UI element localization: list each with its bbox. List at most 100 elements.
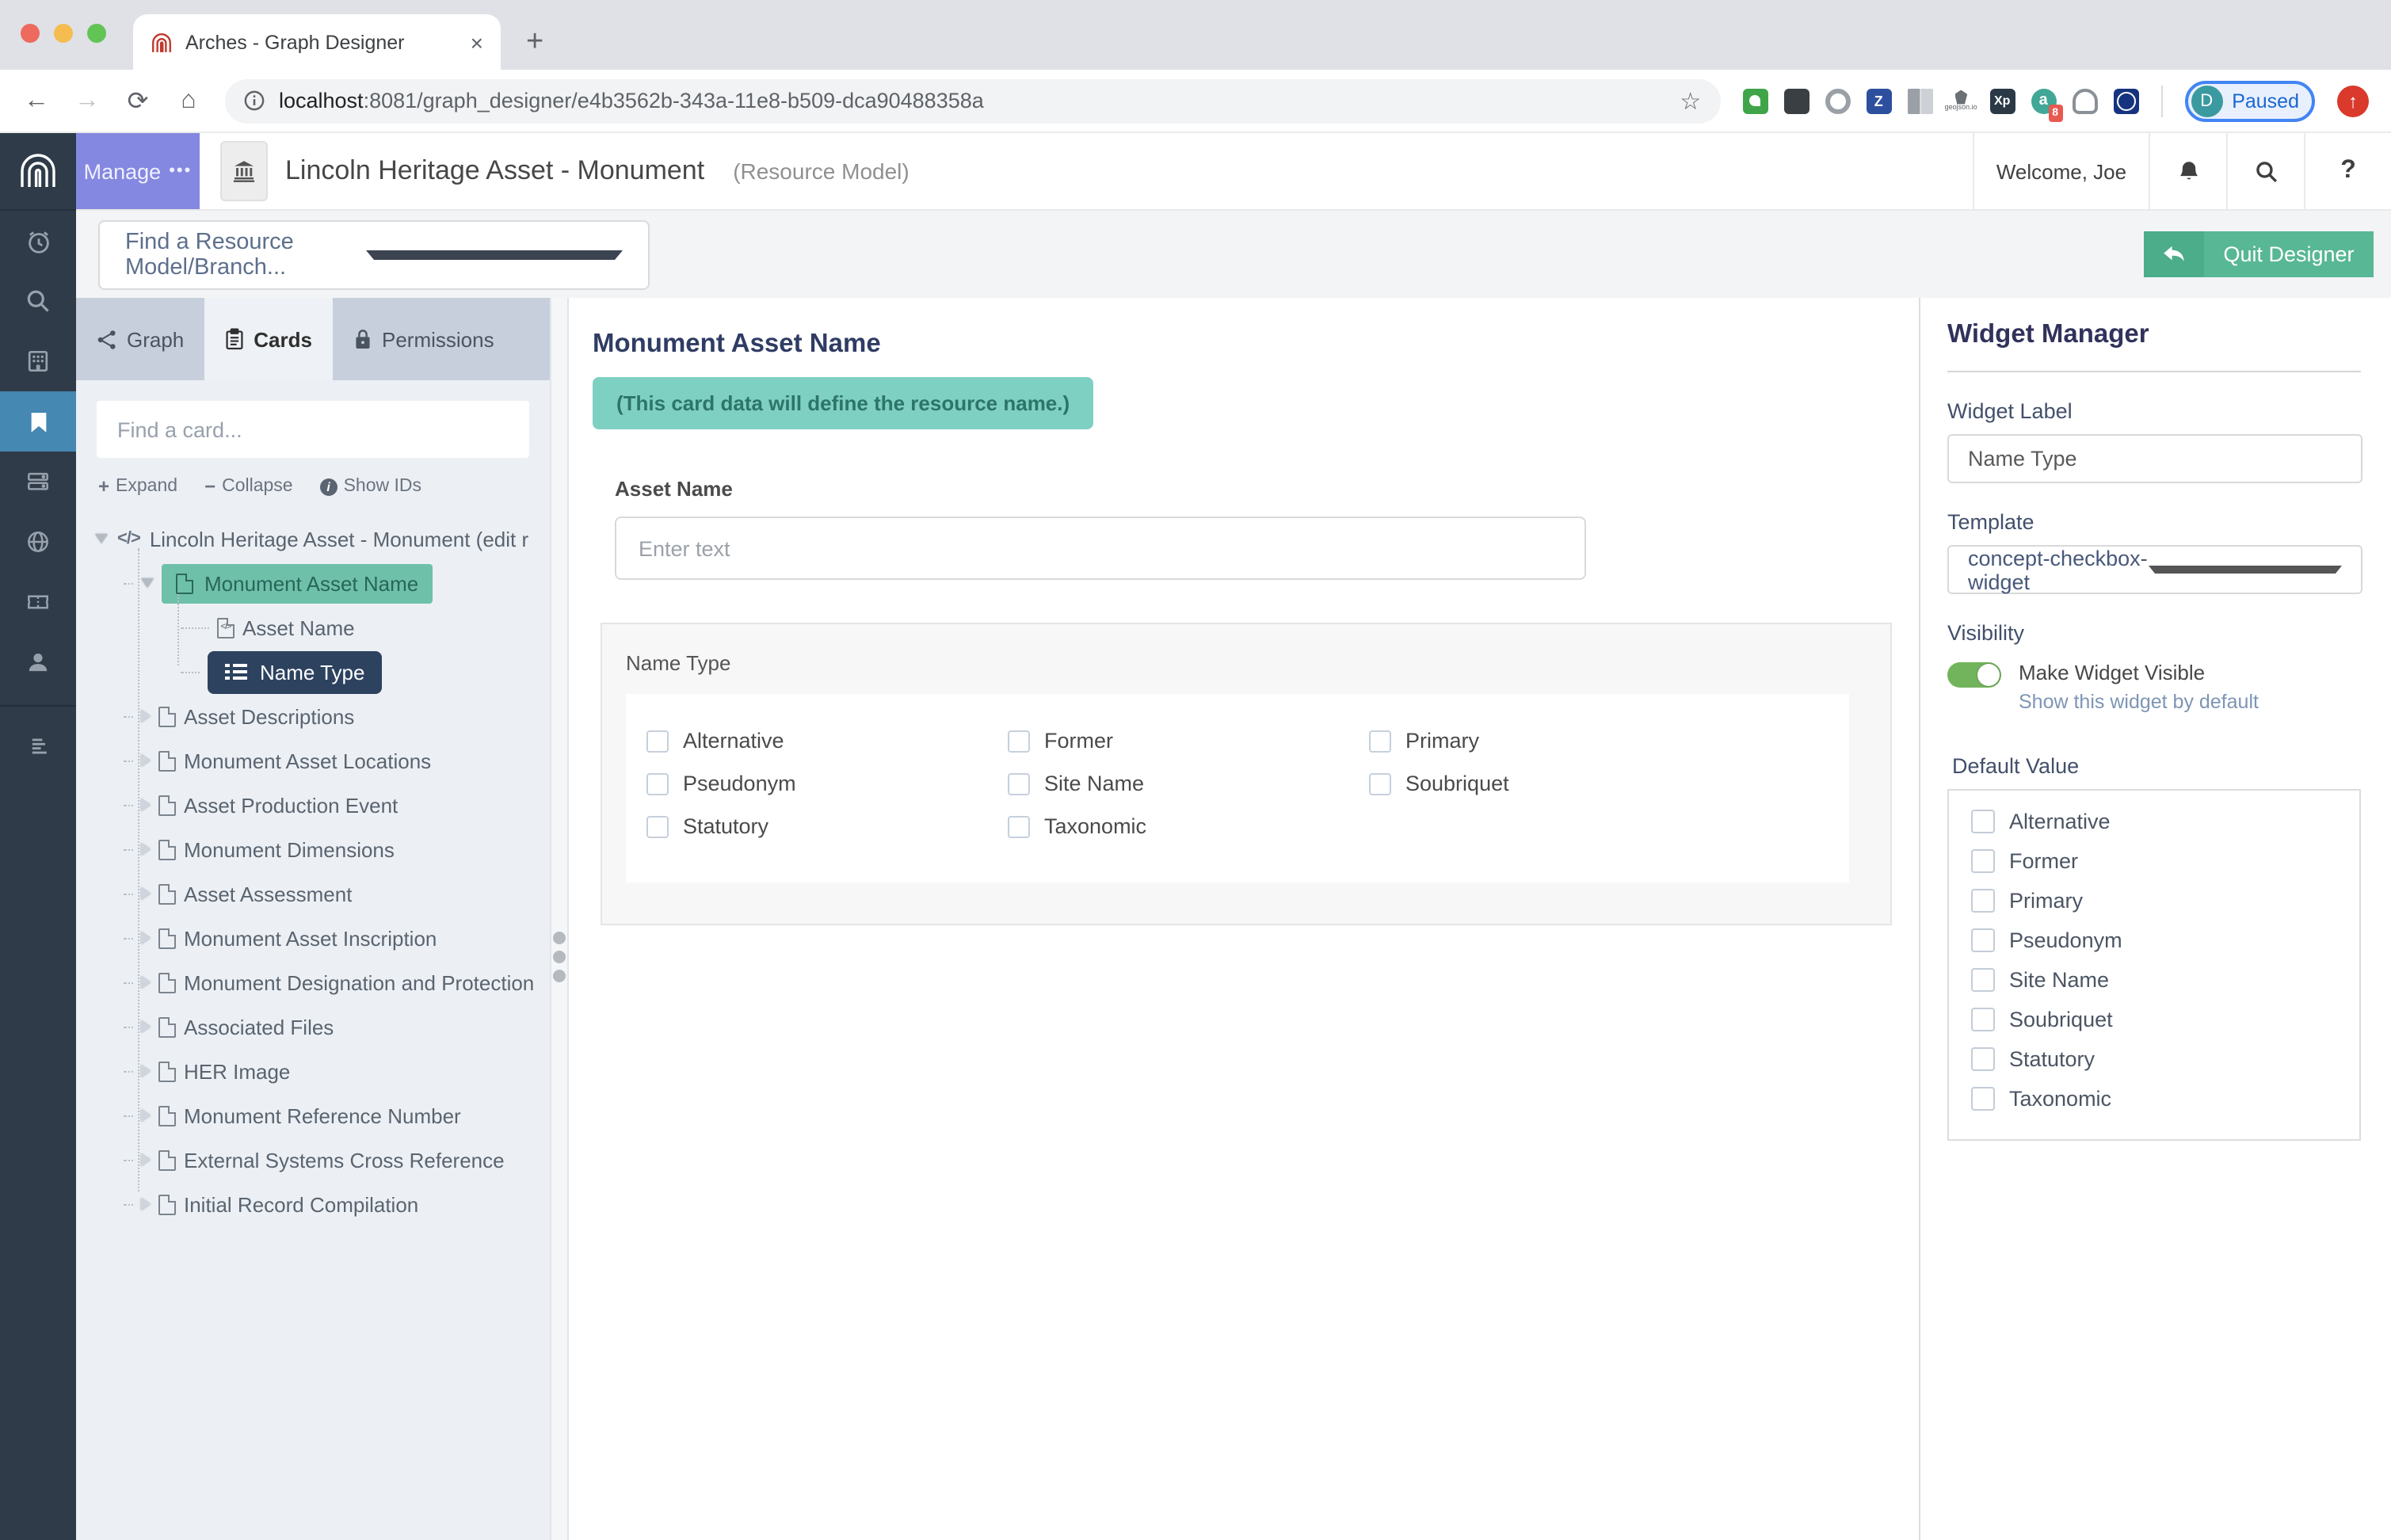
sidebar-item-building[interactable] — [0, 331, 76, 391]
tree-card[interactable]: Initial Record Compilation — [76, 1182, 550, 1226]
tab-graph[interactable]: Graph — [76, 298, 204, 380]
xp-extension-icon[interactable]: Xp — [1989, 88, 2015, 113]
checkbox-option[interactable]: Former — [1008, 729, 1369, 753]
checkbox-option[interactable]: Site Name — [1008, 772, 1369, 795]
tree-card[interactable]: Monument Dimensions — [76, 827, 550, 871]
checkbox-option[interactable]: Pseudonym — [646, 772, 1008, 795]
expander-closed-icon[interactable] — [141, 976, 151, 989]
find-resource-model-select[interactable]: Find a Resource Model/Branch... — [98, 219, 650, 289]
notifications-button[interactable] — [2149, 133, 2226, 209]
expander-open-icon[interactable] — [95, 534, 108, 543]
onetab-extension-icon[interactable]: ↑ — [2337, 85, 2369, 116]
expander-closed-icon[interactable] — [141, 1065, 151, 1077]
session-extension-icon[interactable] — [1825, 88, 1851, 113]
sidebar-item-person[interactable] — [0, 632, 76, 692]
expander-closed-icon[interactable] — [141, 754, 151, 767]
checkbox-icon[interactable] — [1369, 730, 1391, 752]
default-checkbox-option[interactable]: Taxonomic — [1971, 1087, 2359, 1111]
show-ids-link[interactable]: i Show IDs — [319, 475, 421, 497]
search-button[interactable] — [2226, 133, 2304, 209]
widget-label-input[interactable] — [1947, 434, 2362, 483]
default-checkbox-option[interactable]: Alternative — [1971, 810, 2359, 833]
checkbox-icon[interactable] — [646, 772, 669, 795]
checkbox-option[interactable]: Alternative — [646, 729, 1008, 753]
sidebar-item-clock[interactable] — [0, 211, 76, 271]
site-info-icon[interactable] — [244, 90, 265, 111]
checkbox-icon[interactable] — [1971, 849, 1995, 873]
annotate-extension-icon[interactable]: a8 — [2031, 88, 2063, 121]
checkbox-icon[interactable] — [1971, 968, 1995, 992]
globe-extension-icon[interactable] — [2113, 88, 2139, 113]
search-person-extension-icon[interactable] — [2072, 88, 2098, 113]
zotero-extension-icon[interactable]: Z — [1866, 88, 1892, 113]
checkbox-icon[interactable] — [1971, 1047, 1995, 1071]
profile-button[interactable]: D Paused — [2184, 80, 2315, 121]
checkbox-icon[interactable] — [1008, 772, 1030, 795]
expander-closed-icon[interactable] — [141, 1153, 151, 1166]
default-checkbox-option[interactable]: Pseudonym — [1971, 928, 2359, 952]
selected-card-chip[interactable]: Monument Asset Name — [162, 563, 433, 603]
expander-closed-icon[interactable] — [141, 887, 151, 900]
checkbox-option[interactable]: Primary — [1369, 729, 1730, 753]
tree-root[interactable]: </> Lincoln Heritage Asset - Monument (e… — [76, 517, 550, 561]
sidebar-item-servers[interactable] — [0, 452, 76, 512]
checkbox-option[interactable]: Soubriquet — [1369, 772, 1730, 795]
close-window-button[interactable] — [21, 24, 40, 43]
checkbox-icon[interactable] — [1971, 810, 1995, 833]
minimize-window-button[interactable] — [54, 24, 73, 43]
checkbox-option[interactable]: Taxonomic — [1008, 814, 1369, 838]
default-checkbox-option[interactable]: Site Name — [1971, 968, 2359, 992]
bookmark-star-icon[interactable]: ☆ — [1680, 86, 1701, 115]
url-input[interactable]: localhost:8081/graph_designer/e4b3562b-3… — [225, 78, 1721, 123]
expander-closed-icon[interactable] — [141, 843, 151, 856]
expander-closed-icon[interactable] — [141, 799, 151, 811]
sidebar-item-menu[interactable] — [0, 716, 76, 776]
tree-card[interactable]: Asset Production Event — [76, 783, 550, 827]
geojson-extension-icon[interactable]: geojson.io — [1945, 88, 1977, 113]
card-search-input[interactable] — [97, 417, 529, 441]
grid-extension-icon[interactable] — [1907, 88, 1933, 113]
panel-resize-handle[interactable] — [550, 298, 569, 1540]
tree-node-name-type[interactable]: Name Type — [76, 650, 550, 694]
manage-button[interactable]: Manage ••• — [76, 133, 200, 209]
tree-card[interactable]: HER Image — [76, 1049, 550, 1093]
tree-node-asset-name[interactable]: Asset Name — [76, 605, 550, 650]
checkbox-icon[interactable] — [1971, 1008, 1995, 1031]
checkbox-icon[interactable] — [1971, 928, 1995, 952]
asset-name-input[interactable] — [615, 517, 1586, 580]
tree-card[interactable]: Monument Reference Number — [76, 1093, 550, 1138]
tree-card[interactable]: Monument Asset Inscription — [76, 916, 550, 960]
expander-closed-icon[interactable] — [141, 1109, 151, 1122]
expander-closed-icon[interactable] — [141, 1198, 151, 1210]
checkbox-option[interactable]: Statutory — [646, 814, 1008, 838]
expander-closed-icon[interactable] — [141, 710, 151, 722]
default-checkbox-option[interactable]: Soubriquet — [1971, 1008, 2359, 1031]
home-icon[interactable]: ⌂ — [174, 86, 203, 115]
sidebar-item-globe[interactable] — [0, 512, 76, 572]
collapse-all-link[interactable]: − Collapse — [204, 475, 293, 497]
evernote-extension-icon[interactable] — [1742, 88, 1768, 113]
tab-close-icon[interactable]: × — [471, 29, 483, 55]
default-checkbox-option[interactable]: Statutory — [1971, 1047, 2359, 1071]
checkbox-icon[interactable] — [646, 730, 669, 752]
expander-closed-icon[interactable] — [141, 932, 151, 944]
default-checkbox-option[interactable]: Former — [1971, 849, 2359, 873]
sidebar-item-search[interactable] — [0, 271, 76, 331]
sidebar-item-ticket[interactable] — [0, 572, 76, 632]
welcome-user-link[interactable]: Welcome, Joe — [1973, 133, 2149, 209]
selected-node-chip[interactable]: Name Type — [208, 650, 383, 693]
checkbox-icon[interactable] — [1971, 889, 1995, 913]
tab-permissions[interactable]: Permissions — [333, 298, 515, 380]
new-tab-button[interactable]: + — [526, 25, 543, 60]
default-checkbox-option[interactable]: Primary — [1971, 889, 2359, 913]
arches-logo-icon[interactable] — [0, 133, 76, 211]
tree-card[interactable]: Asset Descriptions — [76, 694, 550, 738]
tab-cards[interactable]: Cards — [204, 298, 333, 380]
checkbox-icon[interactable] — [1008, 730, 1030, 752]
quit-designer-button[interactable]: Quit Designer — [2144, 231, 2374, 277]
card-search[interactable] — [97, 401, 529, 458]
expander-open-icon[interactable] — [141, 578, 154, 588]
tree-card[interactable]: Monument Asset Locations — [76, 738, 550, 783]
tree-card[interactable]: Asset Assessment — [76, 871, 550, 916]
checkbox-icon[interactable] — [1369, 772, 1391, 795]
